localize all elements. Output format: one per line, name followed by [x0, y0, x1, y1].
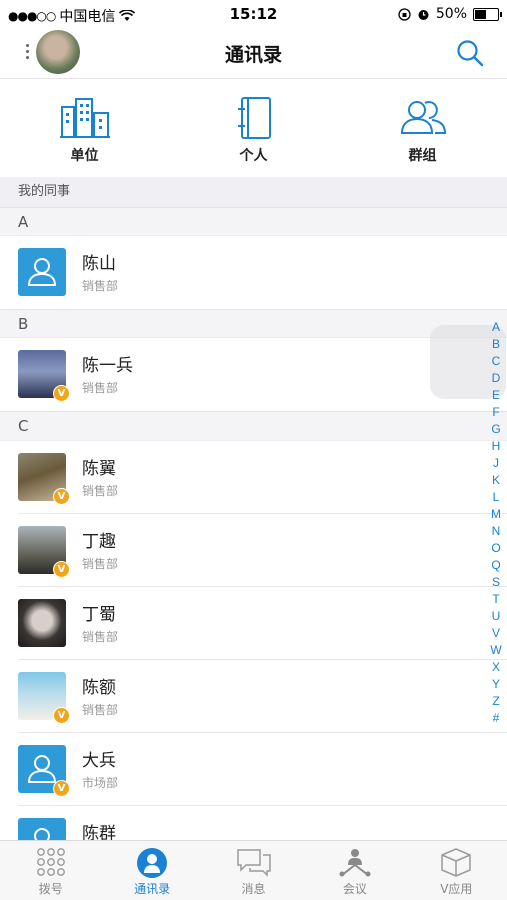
nav-bar: 通讯录	[0, 28, 507, 79]
contacts-icon	[137, 848, 168, 878]
tab-dial[interactable]: 拨号	[0, 841, 101, 900]
list-item[interactable]: 丁蜀 销售部	[0, 587, 507, 660]
index-letter[interactable]: K	[489, 472, 503, 489]
chat-icon	[236, 849, 271, 877]
index-letter[interactable]: H	[489, 438, 503, 455]
tab-label: 拨号	[38, 882, 63, 896]
shortcut-label: 个人	[239, 148, 268, 164]
index-letter[interactable]: B	[489, 336, 503, 353]
tab-messages[interactable]: 消息	[203, 841, 304, 900]
contact-name: 陈额	[82, 678, 116, 698]
vip-badge: V	[53, 707, 70, 724]
vip-badge: V	[53, 561, 70, 578]
index-letter[interactable]: #	[489, 710, 503, 727]
person-icon	[27, 258, 57, 286]
avatar: V	[18, 526, 70, 578]
tab-label: V应用	[440, 882, 473, 896]
rotation-lock-icon	[398, 7, 411, 21]
shortcut-label: 单位	[70, 148, 99, 164]
shortcut-row: 单位 个人 群组	[0, 79, 507, 177]
contact-name: 大兵	[82, 751, 116, 771]
battery-label: 50%	[435, 6, 467, 22]
contact-book-icon	[237, 97, 271, 139]
contact-name: 陈翼	[82, 459, 116, 479]
alarm-icon	[418, 9, 429, 20]
list-item[interactable]: 陈山 销售部	[0, 236, 507, 309]
contact-dept: 市场部	[82, 776, 119, 790]
tab-vapps[interactable]: V应用	[406, 841, 507, 900]
group-icon	[400, 101, 446, 134]
index-letter[interactable]: F	[489, 404, 503, 421]
index-letter[interactable]: E	[489, 387, 503, 404]
index-letter[interactable]: M	[489, 506, 503, 523]
index-letter[interactable]: S	[489, 574, 503, 591]
shortcut-unit[interactable]: 单位	[0, 79, 169, 177]
tab-contacts[interactable]: 通讯录	[101, 841, 202, 900]
vip-badge: V	[53, 385, 70, 402]
vip-badge: V	[53, 780, 70, 797]
section-header-colleagues: 我的同事	[0, 177, 507, 207]
letter-header-c: C	[0, 411, 507, 441]
list-item[interactable]: V 大兵 市场部	[0, 733, 507, 806]
index-letter[interactable]: T	[489, 591, 503, 608]
shortcut-group[interactable]: 群组	[338, 79, 507, 177]
contact-name: 丁蜀	[82, 605, 116, 625]
shortcut-label: 群组	[408, 148, 437, 164]
index-letter[interactable]: Y	[489, 676, 503, 693]
contact-dept: 销售部	[82, 630, 119, 644]
avatar: V	[18, 350, 70, 402]
avatar: V	[18, 745, 70, 797]
tab-label: 通讯录	[134, 882, 171, 896]
meeting-icon	[339, 849, 371, 877]
contact-dept: 销售部	[82, 381, 119, 395]
building-icon	[59, 98, 110, 138]
index-letter[interactable]: U	[489, 608, 503, 625]
tab-label: 消息	[241, 882, 266, 896]
index-letter[interactable]: Q	[489, 557, 503, 574]
status-bar: ●●●○○ 中国电信 15:12 50%	[0, 0, 507, 28]
alphabet-index[interactable]: A B C D E F G H J K L M N O Q S T U V W X Y Z #	[489, 319, 503, 727]
avatar: V	[18, 672, 70, 724]
avatar: V	[18, 453, 70, 505]
status-right: 50%	[398, 6, 502, 22]
index-letter[interactable]: O	[489, 540, 503, 557]
shortcut-personal[interactable]: 个人	[169, 79, 338, 177]
index-letter[interactable]: Z	[489, 693, 503, 710]
avatar	[18, 599, 66, 647]
battery-icon	[473, 7, 502, 21]
index-letter[interactable]: W	[489, 642, 503, 659]
contact-name: 陈山	[82, 254, 116, 274]
index-letter[interactable]: D	[489, 370, 503, 387]
contact-dept: 销售部	[82, 484, 119, 498]
contact-dept: 销售部	[82, 557, 119, 571]
contact-dept: 销售部	[82, 703, 119, 717]
vip-badge: V	[53, 488, 70, 505]
index-letter[interactable]: V	[489, 625, 503, 642]
avatar	[18, 248, 66, 296]
page-title: 通讯录	[224, 44, 282, 66]
letter-header-a: A	[0, 207, 507, 236]
tab-meeting[interactable]: 会议	[304, 841, 405, 900]
list-item[interactable]: V 陈额 销售部	[0, 660, 507, 733]
apps-box-icon	[441, 848, 472, 877]
index-letter[interactable]: A	[489, 319, 503, 336]
index-letter[interactable]: C	[489, 353, 503, 370]
list-item[interactable]: V 陈翼 销售部	[0, 441, 507, 514]
index-letter[interactable]: L	[489, 489, 503, 506]
tab-label: 会议	[342, 882, 367, 896]
index-letter[interactable]: X	[489, 659, 503, 676]
dialpad-icon	[36, 848, 65, 876]
index-letter[interactable]: G	[489, 421, 503, 438]
contact-name: 陈一兵	[82, 356, 133, 376]
tab-bar: 拨号 通讯录 消息 会议 V应用	[0, 840, 507, 900]
index-letter[interactable]: J	[489, 455, 503, 472]
list-item[interactable]: V 丁趣 销售部	[0, 514, 507, 587]
contact-dept: 销售部	[82, 279, 119, 293]
index-letter[interactable]: N	[489, 523, 503, 540]
search-icon[interactable]	[455, 38, 485, 68]
contact-name: 丁趣	[82, 532, 116, 552]
